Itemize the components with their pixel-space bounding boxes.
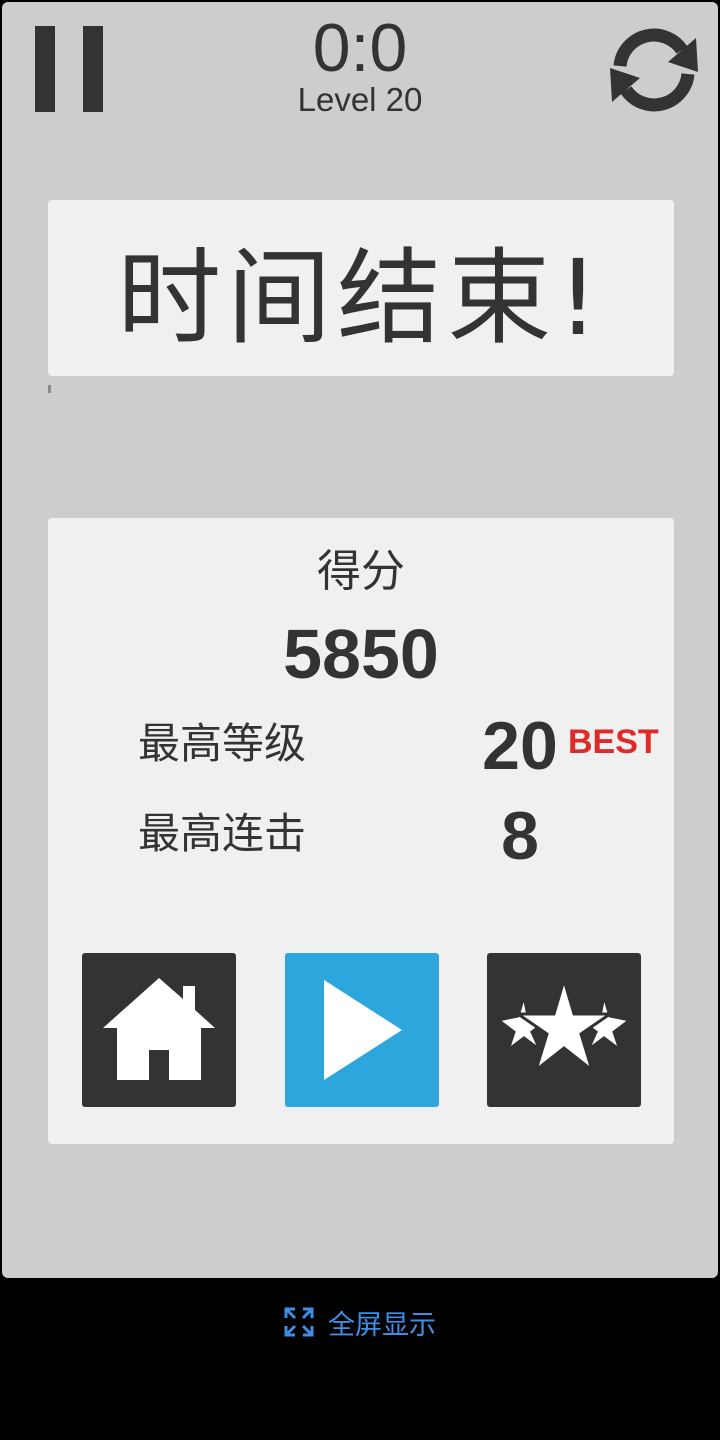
home-button[interactable]	[82, 953, 236, 1107]
expand-icon	[284, 1307, 314, 1337]
divider-mark	[48, 385, 51, 393]
stars-icon	[494, 976, 634, 1075]
results-panel: 得分 5850 最高等级 20 BEST 最高连击 8	[48, 518, 674, 1144]
max-combo-value: 8	[501, 798, 539, 874]
max-combo-label: 最高连击	[138, 809, 307, 858]
game-area: 0:0 Level 20 时间结束! 得分 5850 最高等级 20 BEST …	[2, 2, 718, 1278]
home-icon	[103, 978, 215, 1080]
refresh-icon	[610, 28, 698, 112]
max-level-label: 最高等级	[138, 719, 307, 768]
rate-button[interactable]	[487, 953, 641, 1107]
fullscreen-button[interactable]: 全屏显示	[0, 1300, 720, 1344]
play-button[interactable]	[285, 953, 439, 1107]
fullscreen-label: 全屏显示	[328, 1309, 436, 1341]
score-label: 得分	[317, 546, 405, 597]
play-icon	[324, 980, 402, 1080]
score-value: 5850	[283, 615, 439, 693]
restart-button[interactable]	[606, 28, 702, 112]
time-up-banner: 时间结束!	[48, 200, 674, 376]
best-badge: BEST	[568, 723, 659, 761]
time-up-message: 时间结束!	[117, 236, 605, 359]
